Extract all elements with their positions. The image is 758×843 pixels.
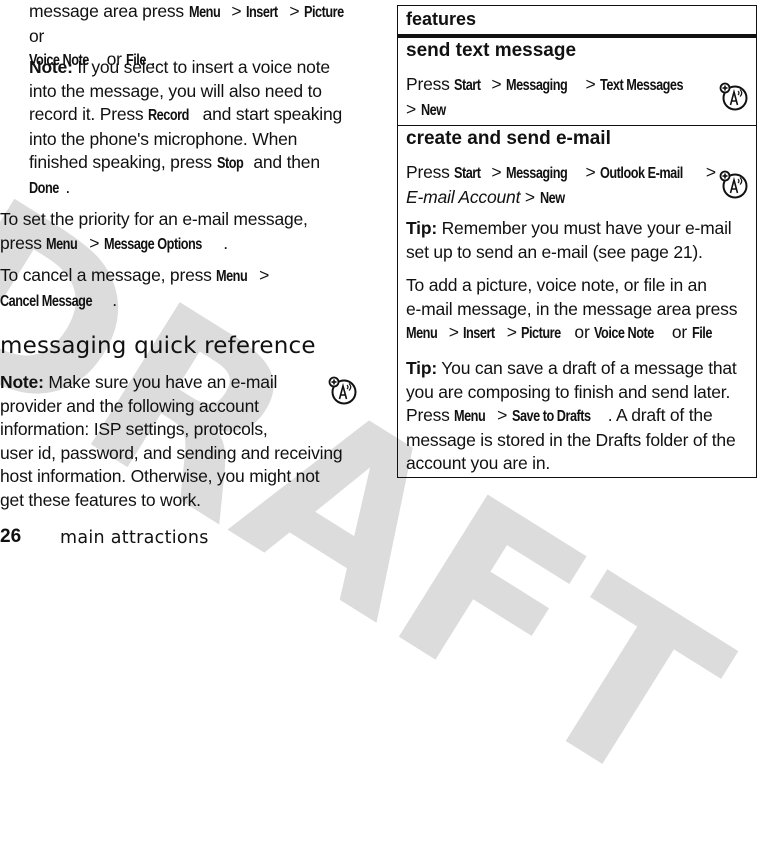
- table-header: features: [398, 6, 756, 38]
- tip-label: Tip:: [406, 358, 437, 378]
- record-key: Record: [148, 107, 189, 124]
- picture-key: Picture: [521, 325, 562, 342]
- priority-instructions: To set the priority for an e-mail messag…: [0, 208, 360, 256]
- voice-note-note: Note: If you select to insert a voice no…: [29, 56, 369, 200]
- message-options-key: Message Options: [103, 235, 202, 253]
- insert-key: Insert: [463, 325, 496, 342]
- messaging-key: Messaging: [506, 165, 568, 182]
- file-key: File: [691, 325, 712, 342]
- network-feature-icon: [719, 82, 749, 112]
- save-draft-tip: Tip: You can save a draft of a message t…: [406, 358, 737, 473]
- insert-key: Insert: [246, 4, 278, 21]
- network-feature-icon: [328, 376, 358, 406]
- menu-key: Menu: [454, 408, 486, 425]
- row-divider: [398, 125, 756, 126]
- text-messages-key: Text Messages: [600, 77, 684, 94]
- note-label: Note:: [29, 57, 73, 77]
- feature-title: create and send e-mail: [406, 128, 611, 149]
- note-label: Note:: [0, 372, 44, 392]
- account-info-note: Note: Make sure you have an e-mail provi…: [0, 372, 343, 510]
- messaging-key: Messaging: [506, 77, 568, 94]
- new-key: New: [420, 101, 446, 119]
- stop-key: Stop: [216, 155, 244, 172]
- add-attachment-instructions: To add a picture, voice note, or file in…: [406, 274, 756, 346]
- picture-key: Picture: [304, 4, 344, 21]
- cancel-message-key: Cancel Message: [0, 292, 93, 310]
- outlook-email-key: Outlook E-mail: [600, 165, 683, 182]
- features-table: features send text message Press Start >…: [397, 5, 757, 478]
- menu-key: Menu: [46, 235, 78, 253]
- feature-path: Press Start > Messaging > Text Messages …: [406, 73, 706, 122]
- tip-label: Tip:: [406, 218, 437, 238]
- start-key: Start: [454, 165, 481, 182]
- chapter-title: main attractions: [60, 528, 209, 548]
- done-key: Done: [29, 179, 59, 197]
- network-feature-icon: [719, 170, 749, 200]
- page-number: 26: [0, 526, 22, 547]
- start-key: Start: [454, 77, 481, 94]
- menu-key: Menu: [216, 268, 248, 285]
- cancel-instructions: To cancel a message, press Menu > Cancel…: [0, 264, 360, 313]
- save-to-drafts-key: Save to Drafts: [511, 408, 591, 425]
- feature-title: send text message: [406, 40, 577, 61]
- section-heading: messaging quick reference: [0, 333, 316, 359]
- menu-key: Menu: [406, 325, 438, 342]
- table-header-label: features: [406, 9, 477, 29]
- email-account-placeholder: E-mail Account: [406, 186, 521, 207]
- new-key: New: [539, 189, 565, 207]
- email-setup-tip: Tip: Remember you must have your e-mail …: [406, 218, 732, 262]
- menu-key: Menu: [188, 4, 221, 21]
- feature-path: Press Start > Messaging > Outlook E-mail…: [406, 161, 716, 210]
- voice-note-key: Voice Note: [594, 325, 655, 342]
